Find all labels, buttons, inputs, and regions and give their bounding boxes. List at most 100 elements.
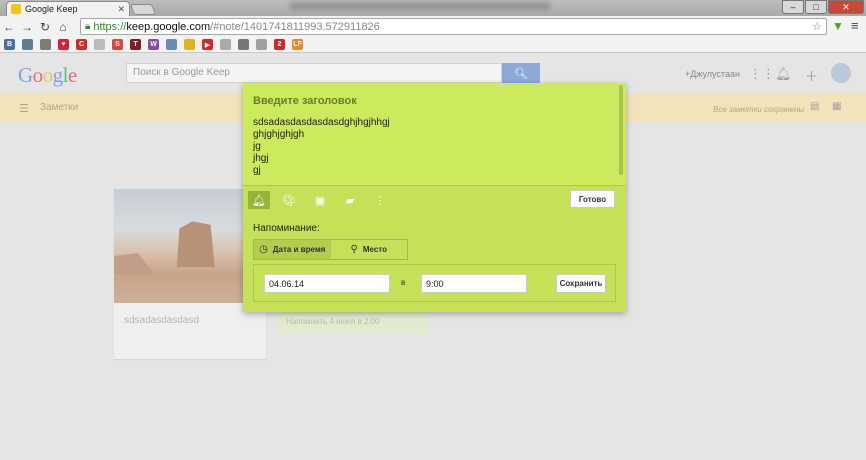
photo-mesa [176, 221, 215, 267]
note-body-line: ghjghjghjgh [253, 129, 305, 140]
tab-place[interactable]: ⚲ Место [331, 240, 408, 259]
clock-icon: ◷ [259, 244, 268, 255]
saved-status: Все заметки сохранены [713, 105, 805, 114]
reminder-chip-text: Напомнить 4 июня в 2:00 [286, 317, 380, 326]
w-icon[interactable]: W [148, 39, 159, 50]
youtube-icon[interactable]: ▶ [202, 39, 213, 50]
lock-icon: 🔒︎ [85, 21, 91, 32]
note-editor: Введите заголовок sdsadasdasdasdasdghjhg… [243, 83, 626, 185]
apps-grid-icon[interactable]: ⋮⋮ [749, 66, 775, 82]
url-path: /#note/1401741811993.572911826 [210, 20, 380, 33]
heart-icon[interactable]: ♥ [58, 39, 69, 50]
save-reminder-button[interactable]: Сохранить [556, 274, 606, 293]
lf-icon[interactable]: LF [292, 39, 303, 50]
tab-title: Google Keep [25, 4, 78, 14]
scrollbar[interactable] [619, 85, 623, 175]
vk-icon[interactable]: В [4, 39, 15, 50]
bookmark-star-icon[interactable]: ☆ [812, 20, 822, 33]
reload-icon[interactable]: ↻ [36, 20, 54, 34]
reminder-type-tabs: ◷ Дата и время ⚲ Место [253, 239, 408, 260]
list-view-icon[interactable]: ▤ [810, 101, 822, 113]
s-icon[interactable]: S [112, 39, 123, 50]
archive-button[interactable]: ▰ [339, 191, 361, 209]
grid-icon[interactable] [40, 39, 51, 50]
logo-letter: g [52, 63, 64, 87]
tab-date-time[interactable]: ◷ Дата и время [254, 240, 331, 259]
share-plus-icon[interactable]: ＋ [805, 66, 818, 85]
google-logo[interactable]: Google [18, 63, 77, 88]
close-window-button[interactable]: ✕ [828, 0, 864, 14]
browser-toolbar: ← → ↻ ⌂ 🔒︎ https:// keep.google.com /#no… [0, 16, 866, 37]
logo-letter: G [18, 63, 33, 87]
address-bar[interactable]: 🔒︎ https:// keep.google.com /#note/14017… [80, 18, 827, 35]
logo-letter: e [68, 63, 77, 87]
logo-letter: o [32, 63, 44, 87]
back-arrow-icon[interactable]: ← [0, 20, 18, 34]
maximize-button[interactable]: □ [805, 0, 827, 14]
date-field[interactable] [264, 274, 390, 293]
bell-icon: 🔔︎ [252, 194, 266, 207]
note-body-input[interactable]: sdsadasdasdasdasdghjhgjhhgj ghjghjghjgh jg… [253, 117, 390, 177]
photo-mesa-left [114, 253, 154, 274]
color-palette-button[interactable]: 🎨︎ [278, 191, 300, 209]
palette-icon: 🎨︎ [282, 194, 296, 207]
avatar[interactable] [831, 63, 851, 83]
notes-label[interactable]: Заметки [40, 102, 78, 113]
two-icon[interactable]: 2 [274, 39, 285, 50]
bee-icon[interactable] [184, 39, 195, 50]
image-icon: ▣ [314, 194, 326, 207]
note-body-line: jhgj [253, 153, 269, 164]
tab-date-time-label: Дата и время [272, 245, 326, 254]
at-label: в [401, 278, 406, 287]
window-titlebar: Google Keep ✕ – □ ✕ [0, 0, 866, 16]
ccm-icon[interactable]: C [76, 39, 87, 50]
search-icon: 🔍︎ [514, 67, 528, 80]
list-icon[interactable] [256, 39, 267, 50]
window-title-blur [290, 2, 550, 10]
done-button[interactable]: Готово [570, 190, 615, 208]
more-options-button[interactable]: ⋮ [369, 191, 391, 209]
extension-icon[interactable]: ▼ [832, 19, 844, 33]
browser-tab[interactable]: Google Keep ✕ [6, 1, 130, 16]
location-pin-icon: ⚲ [350, 244, 358, 255]
apple-icon[interactable] [238, 39, 249, 50]
grid-view-icon[interactable]: ▦ [832, 101, 844, 113]
note-body-line: jg [253, 141, 261, 152]
archive-icon: ▰ [345, 194, 355, 207]
dialog-divider [243, 185, 626, 186]
add-image-button[interactable]: ▣ [309, 191, 331, 209]
reminder-label: Напоминание: [253, 223, 320, 234]
time-field[interactable] [421, 274, 527, 293]
hamburger-menu-icon[interactable]: ☰ [19, 102, 29, 115]
reminder-bell-button[interactable]: 🔔︎ [248, 191, 270, 209]
doc-icon[interactable] [166, 39, 177, 50]
note-title-input[interactable]: Введите заголовок [253, 95, 357, 107]
app-icon[interactable] [22, 39, 33, 50]
more-vert-icon: ⋮ [374, 194, 386, 207]
tab-close-icon[interactable]: ✕ [117, 4, 125, 15]
reminder-datetime-panel: в Сохранить [253, 264, 616, 302]
tl-icon[interactable]: T [130, 39, 141, 50]
logo-letter: o [42, 63, 54, 87]
page2-icon[interactable] [220, 39, 231, 50]
url-scheme: https:// [93, 20, 127, 33]
note-edit-dialog: Введите заголовок sdsadasdasdasdasdghjhg… [243, 83, 626, 312]
note-card-title: sdsadasdasdasd [124, 315, 200, 326]
google-plus-user-link[interactable]: +Джулустаан [685, 69, 740, 79]
forward-arrow-icon[interactable]: → [18, 20, 36, 34]
tab-place-label: Место [362, 245, 387, 254]
url-host: keep.google.com [126, 20, 211, 33]
bookmarks-bar: В ♥ C S T W ▶ 2 LF [0, 37, 866, 53]
notifications-bell-icon[interactable]: 🔔︎ [775, 66, 792, 82]
reminder-chip[interactable]: Напомнить 4 июня в 2:00 [277, 311, 428, 334]
new-tab-button[interactable] [129, 4, 157, 15]
minimize-button[interactable]: – [782, 0, 804, 14]
keep-favicon-icon [11, 4, 21, 14]
search-button[interactable]: 🔍︎ [502, 63, 540, 83]
window-controls: – □ ✕ [781, 0, 864, 14]
note-body-line: sdsadasdasdasdasdghjhgjhhgj [253, 117, 390, 128]
browser-menu-icon[interactable]: ≡ [851, 18, 859, 33]
page-icon[interactable] [94, 39, 105, 50]
search-input[interactable]: Поиск в Google Keep [126, 63, 502, 83]
home-icon[interactable]: ⌂ [54, 20, 72, 34]
